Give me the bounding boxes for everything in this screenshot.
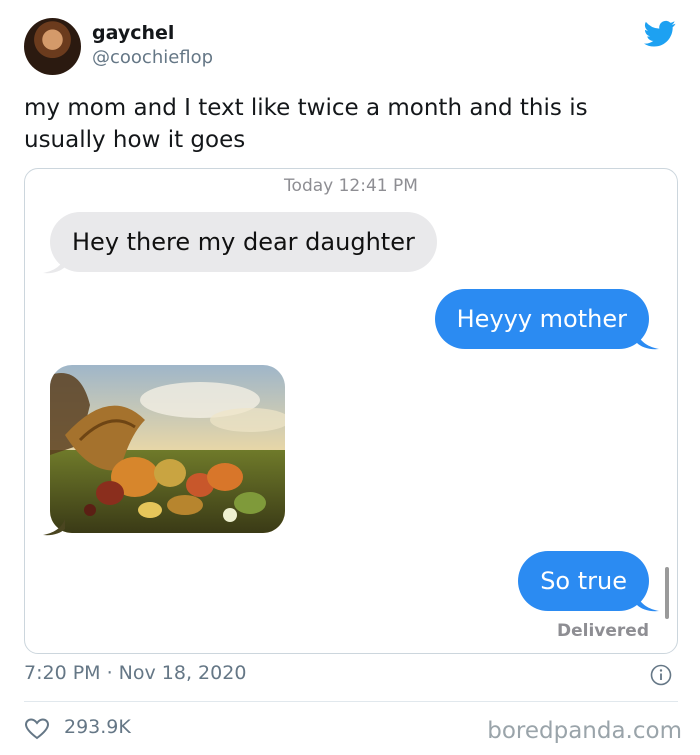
divider xyxy=(24,701,678,702)
avatar[interactable] xyxy=(24,18,81,75)
message-timestamp: Today 12:41 PM xyxy=(284,176,418,196)
incoming-message-text: Hey there my dear daughter xyxy=(72,228,415,256)
outgoing-message-bubble: So true xyxy=(518,551,649,611)
user-name[interactable]: gaychel xyxy=(92,22,174,44)
incoming-bubble-tail xyxy=(43,257,65,274)
cornucopia-painting xyxy=(50,365,285,533)
incoming-message-bubble: Hey there my dear daughter xyxy=(50,212,437,272)
outgoing-message-bubble: Heyyy mother xyxy=(434,289,649,349)
watermark: boredpanda.com xyxy=(487,718,682,744)
outgoing-message-text: Heyyy mother xyxy=(456,305,627,333)
tweet-text: my mom and I text like twice a month and… xyxy=(24,95,588,153)
cornucopia-image[interactable] xyxy=(50,365,285,533)
user-handle[interactable]: @coochieflop xyxy=(92,47,213,68)
incoming-bubble-tail xyxy=(43,519,65,536)
message-screenshot: Today 12:41 PM Hey there my dear daughte… xyxy=(24,168,678,654)
tweet-timestamp[interactable]: 7:20 PM · Nov 18, 2020 xyxy=(24,662,246,684)
outgoing-bubble-tail xyxy=(637,595,659,612)
twitter-bird-icon[interactable] xyxy=(644,20,676,48)
info-icon[interactable] xyxy=(650,664,672,686)
outgoing-bubble-tail xyxy=(637,333,659,350)
scrollbar[interactable] xyxy=(665,567,669,619)
delivered-status: Delivered xyxy=(557,621,649,641)
like-count[interactable]: 293.9K xyxy=(64,716,131,738)
outgoing-message-text: So true xyxy=(540,567,627,595)
heart-icon[interactable] xyxy=(24,717,50,741)
